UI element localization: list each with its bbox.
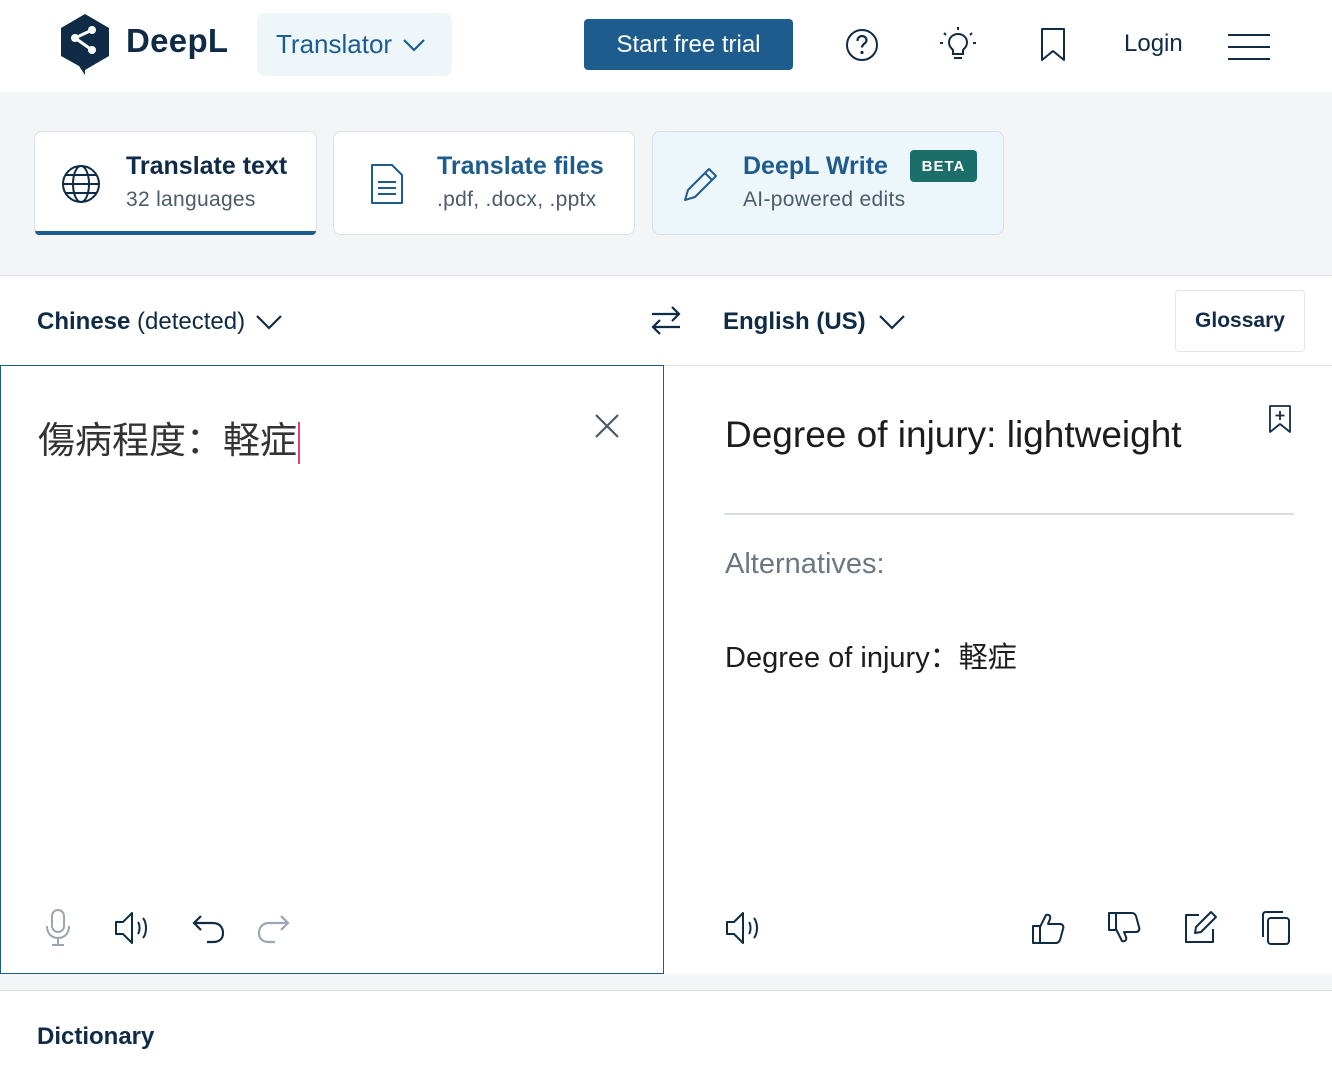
- close-icon[interactable]: [591, 410, 623, 442]
- save-translation-icon[interactable]: [1267, 404, 1293, 434]
- chevron-down-icon: [256, 315, 282, 330]
- detected-label: (detected): [137, 308, 246, 335]
- chevron-down-icon: [878, 315, 905, 330]
- beta-badge: BETA: [910, 150, 977, 182]
- active-tab-indicator: [35, 231, 316, 235]
- undo-icon[interactable]: [187, 906, 231, 950]
- lightbulb-icon[interactable]: [935, 22, 981, 68]
- edit-icon[interactable]: [1178, 906, 1222, 950]
- redo-icon[interactable]: [251, 906, 295, 950]
- dictionary-section: Dictionary: [0, 990, 1332, 1072]
- source-text-input[interactable]: 傷病程度：軽症: [38, 410, 300, 464]
- microphone-icon[interactable]: [36, 906, 80, 950]
- copy-icon[interactable]: [1254, 906, 1298, 950]
- login-link[interactable]: Login: [1124, 30, 1183, 58]
- mode-title: Translate files: [437, 152, 604, 180]
- top-header: DeepL Translator Start free trial Login: [0, 0, 1332, 92]
- bookmark-icon[interactable]: [1030, 22, 1076, 68]
- translation-output[interactable]: Degree of injury: lightweight: [725, 414, 1182, 456]
- speaker-icon[interactable]: [722, 906, 766, 950]
- mode-subtitle: 32 languages: [126, 188, 256, 211]
- language-bar: Chinese (detected) English (US) Glossary: [0, 275, 1332, 366]
- thumbs-down-icon[interactable]: [1102, 906, 1146, 950]
- speaker-icon[interactable]: [111, 906, 155, 950]
- source-text: 傷病程度：軽症: [38, 419, 297, 462]
- target-language-name: English (US): [723, 308, 866, 335]
- deepl-logo-icon[interactable]: [58, 12, 112, 76]
- tab-deepl-write[interactable]: DeepL Write AI-powered edits: [652, 131, 1004, 235]
- pencil-icon: [684, 168, 717, 201]
- text-cursor: [298, 421, 300, 464]
- alternative-translation[interactable]: Degree of injury：軽症: [725, 634, 1017, 676]
- document-icon: [371, 164, 403, 204]
- tab-translate-files[interactable]: Translate files .pdf, .docx, .pptx: [333, 131, 635, 235]
- target-text-panel: Degree of injury: lightweight Alternativ…: [664, 365, 1332, 974]
- alternatives-label: Alternatives:: [725, 548, 885, 580]
- globe-icon: [62, 165, 100, 203]
- mode-subtitle: AI-powered edits: [743, 188, 906, 211]
- swap-languages-icon[interactable]: [648, 302, 684, 338]
- mode-subtitle: .pdf, .docx, .pptx: [437, 188, 597, 211]
- mode-title: Translate text: [126, 152, 288, 180]
- brand-name[interactable]: DeepL: [126, 22, 228, 60]
- product-dropdown-label: Translator: [276, 29, 393, 59]
- tab-translate-text[interactable]: Translate text 32 languages: [34, 131, 317, 235]
- menu-icon[interactable]: [1228, 32, 1270, 62]
- thumbs-up-icon[interactable]: [1026, 906, 1070, 950]
- help-icon[interactable]: [839, 22, 885, 68]
- dictionary-title[interactable]: Dictionary: [37, 1023, 154, 1051]
- source-text-panel[interactable]: 傷病程度：軽症: [0, 365, 664, 974]
- chevron-down-icon: [403, 38, 425, 52]
- source-language-selector[interactable]: Chinese (detected): [37, 308, 283, 336]
- glossary-button[interactable]: Glossary: [1175, 290, 1305, 352]
- product-dropdown[interactable]: Translator: [257, 13, 452, 76]
- divider: [724, 513, 1294, 515]
- mode-title: DeepL Write: [743, 152, 888, 180]
- target-language-selector[interactable]: English (US): [723, 308, 906, 336]
- source-language-name: Chinese: [37, 308, 131, 335]
- start-free-trial-button[interactable]: Start free trial: [584, 19, 793, 70]
